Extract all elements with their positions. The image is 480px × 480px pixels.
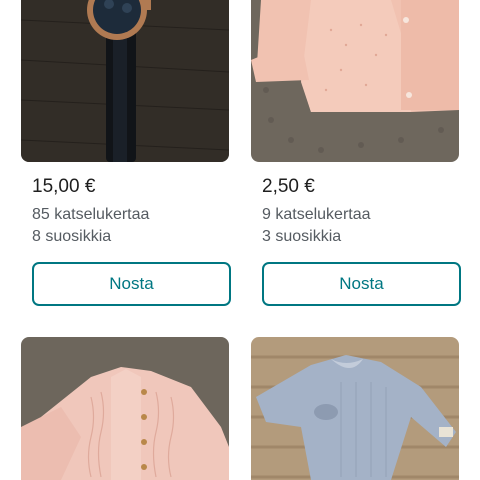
listing-card[interactable] <box>21 337 229 480</box>
listing-views: 9 katselukertaa <box>262 206 371 223</box>
listing-card[interactable] <box>251 337 459 480</box>
cable-cardigan-image <box>21 337 229 480</box>
bump-button[interactable]: Nosta <box>32 262 231 306</box>
watch-image <box>21 0 229 162</box>
listing-photo-watch[interactable] <box>21 0 229 162</box>
listing-price: 15,00 € <box>32 176 96 197</box>
bodysuit-image <box>251 337 459 480</box>
listing-card[interactable]: 2,50 € 9 katselukertaa 3 suosikkia Nosta <box>251 0 461 306</box>
listing-price: 2,50 € <box>262 176 315 197</box>
cardigan-image <box>251 0 459 162</box>
bump-button[interactable]: Nosta <box>262 262 461 306</box>
listing-photo-cardigan[interactable] <box>251 0 459 162</box>
listing-views: 85 katselukertaa <box>32 206 150 223</box>
listing-photo-cable-cardigan[interactable] <box>21 337 229 480</box>
listing-favorites: 3 suosikkia <box>262 228 342 245</box>
listing-photo-bodysuit[interactable] <box>251 337 459 480</box>
listing-favorites: 8 suosikkia <box>32 228 112 245</box>
listing-card[interactable]: 15,00 € 85 katselukertaa 8 suosikkia Nos… <box>21 0 231 306</box>
